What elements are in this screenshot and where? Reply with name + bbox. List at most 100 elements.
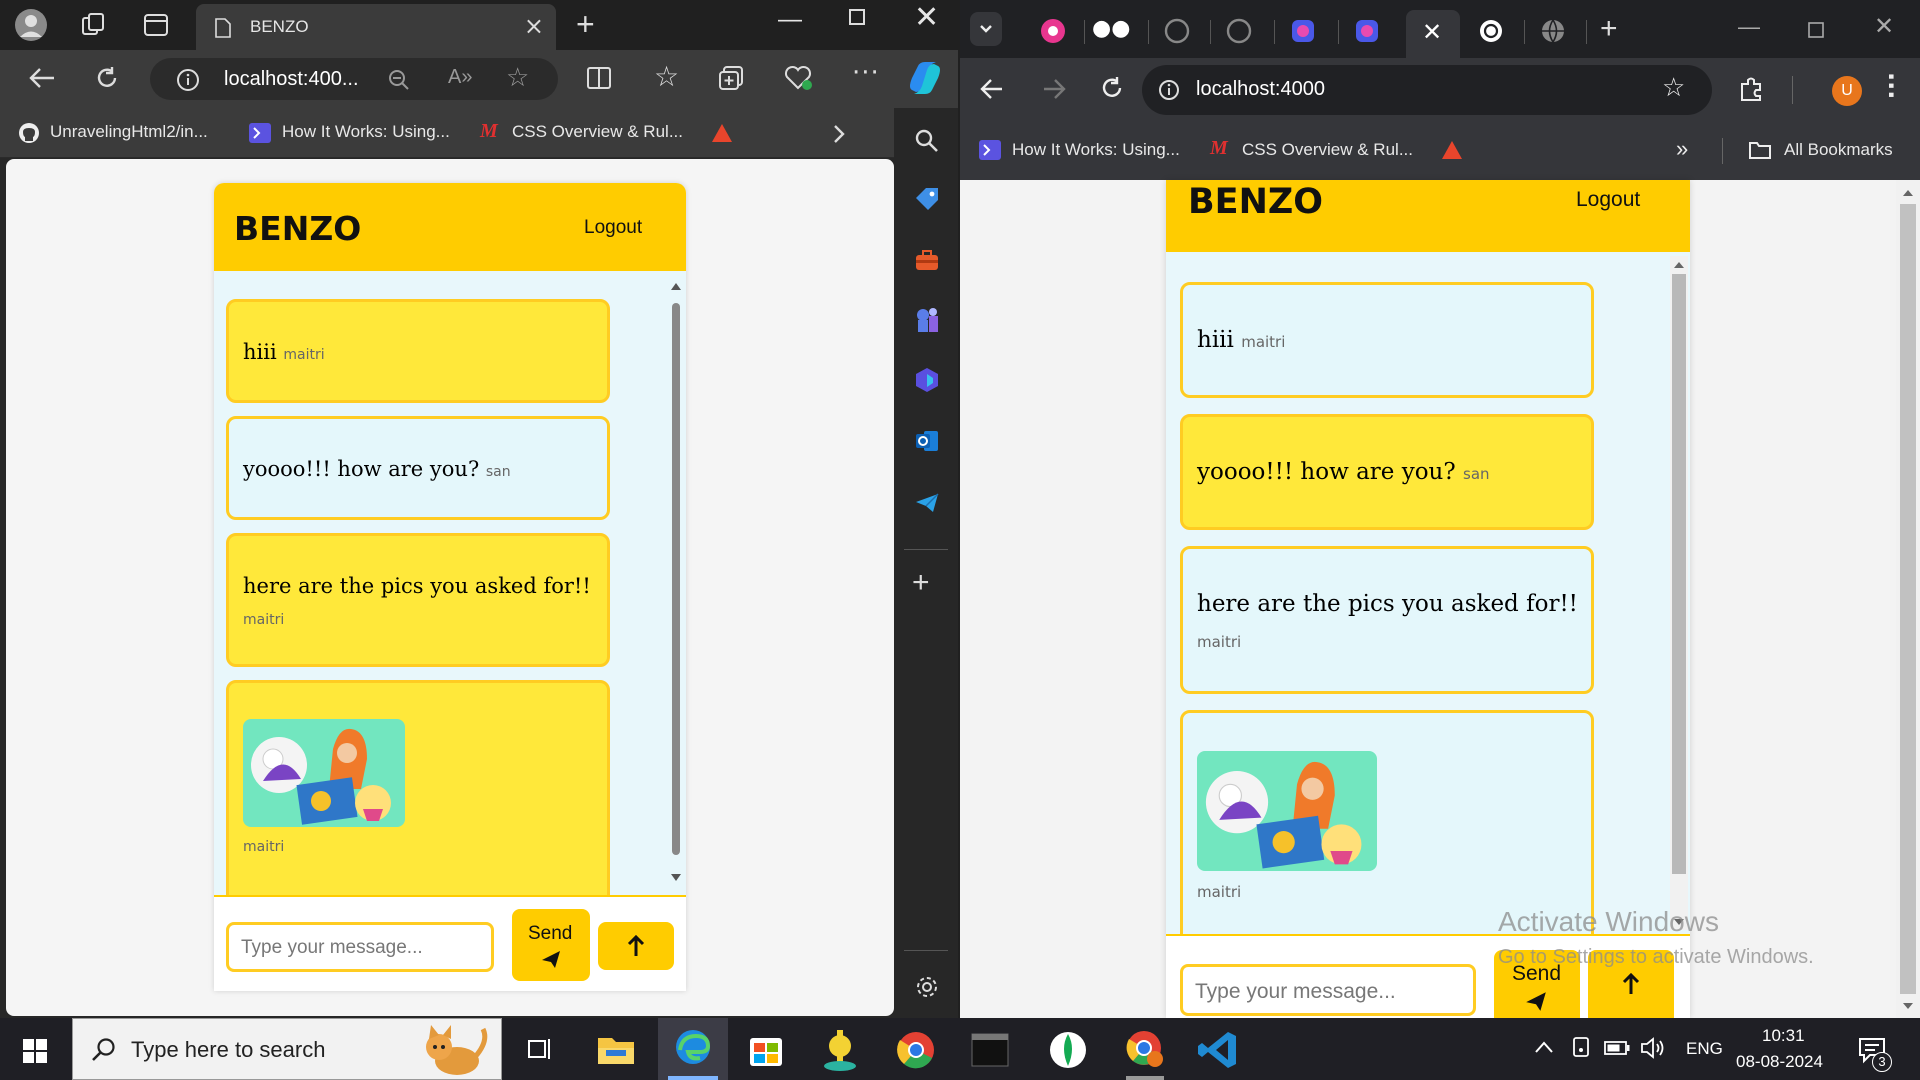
task-view-icon[interactable] [526, 1036, 554, 1062]
tab-favicon-icon[interactable] [1040, 18, 1066, 44]
microsoft-365-icon[interactable] [914, 366, 940, 394]
terminal-icon[interactable] [962, 1026, 1018, 1074]
back-icon[interactable] [980, 78, 1004, 100]
bookmark-star-icon[interactable]: ☆ [1662, 73, 1685, 103]
bookmark-item[interactable]: How It Works: Using... [1012, 140, 1180, 160]
all-bookmarks-link[interactable]: All Bookmarks [1784, 140, 1893, 160]
scrollbar-thumb[interactable] [1672, 274, 1686, 874]
messages-scrollbar[interactable] [1670, 256, 1688, 930]
close-tab-icon[interactable]: × [524, 14, 544, 38]
new-tab-icon[interactable]: + [576, 8, 595, 40]
bookmark-item[interactable]: How It Works: Using... [282, 122, 450, 142]
medium-favicon-icon[interactable]: ●● [1092, 16, 1130, 41]
new-tab-icon[interactable]: + [1600, 12, 1618, 46]
chevron-right-icon[interactable] [832, 124, 846, 144]
shared-image[interactable] [1197, 751, 1377, 871]
bookmark-item[interactable]: UnravelingHtml2/in... [50, 122, 208, 142]
split-screen-icon[interactable] [586, 66, 612, 90]
logout-button[interactable]: Logout [584, 217, 642, 239]
add-sidebar-app-icon[interactable]: + [912, 568, 930, 598]
copilot-tab-icon[interactable] [1354, 18, 1380, 44]
zoom-out-icon[interactable] [388, 69, 410, 91]
site-info-icon[interactable] [176, 68, 200, 92]
copilot-tab-icon[interactable] [1290, 18, 1316, 44]
device-icon[interactable] [1570, 1036, 1592, 1060]
taskbar-edge-active[interactable] [658, 1018, 728, 1080]
gear-icon[interactable] [914, 974, 940, 1000]
tab-actions-icon[interactable] [143, 12, 169, 38]
search-icon[interactable] [914, 128, 940, 154]
logout-button[interactable]: Logout [1576, 188, 1640, 212]
chrome-browser-icon[interactable] [888, 1026, 944, 1074]
chrome-menu-icon[interactable]: ··· [1877, 72, 1905, 99]
upload-button[interactable] [598, 922, 674, 970]
taskbar-chrome-profile[interactable] [1112, 1018, 1178, 1080]
outlook-icon[interactable] [914, 428, 940, 454]
tools-icon[interactable] [914, 248, 940, 272]
triangle-logo-icon[interactable] [710, 122, 734, 144]
globe-tab-icon[interactable] [1540, 18, 1566, 44]
messages-area[interactable]: hiii maitri yoooo!!! how are you? san he… [1166, 252, 1690, 934]
volume-icon[interactable] [1640, 1036, 1666, 1060]
profile-icon[interactable] [14, 8, 48, 42]
page-scrollbar[interactable] [1896, 180, 1920, 1018]
shopping-tag-icon[interactable] [914, 186, 940, 212]
windows-start-icon[interactable] [22, 1038, 48, 1064]
github-tab-icon[interactable] [1226, 18, 1252, 44]
game-app-icon[interactable] [812, 1026, 868, 1074]
taskbar-search-box[interactable]: Type here to search [72, 1018, 502, 1080]
extensions-icon[interactable] [1738, 76, 1764, 102]
forward-icon[interactable] [1042, 78, 1066, 100]
vscode-icon[interactable] [1192, 1026, 1248, 1074]
telegram-icon[interactable] [914, 492, 940, 514]
mongodb-icon[interactable] [1040, 1026, 1096, 1074]
profile-avatar[interactable]: U [1832, 76, 1862, 106]
file-explorer-icon[interactable] [588, 1026, 644, 1074]
maximize-icon[interactable] [1808, 22, 1824, 38]
close-window-icon[interactable]: ✕ [914, 0, 939, 35]
input-language[interactable]: ENG [1686, 1039, 1723, 1059]
send-button[interactable]: Send [512, 909, 590, 981]
favorite-star-icon[interactable]: ☆ [506, 63, 529, 93]
minimize-icon[interactable]: — [778, 6, 802, 34]
page-scrollbar-thumb[interactable] [1900, 204, 1916, 994]
refresh-icon[interactable] [94, 65, 120, 91]
minimize-icon[interactable]: — [1738, 14, 1760, 40]
back-icon[interactable] [28, 66, 56, 90]
clock-time[interactable]: 10:31 [1762, 1026, 1805, 1046]
openai-tab-icon[interactable] [1478, 18, 1504, 44]
more-bookmarks-icon[interactable]: » [1676, 136, 1688, 162]
close-tab-icon[interactable]: ✕ [1422, 18, 1442, 47]
more-menu-icon[interactable]: ··· [852, 58, 880, 88]
games-icon[interactable] [914, 306, 940, 334]
close-window-icon[interactable]: ✕ [1874, 12, 1894, 41]
bookmark-item[interactable]: CSS Overview & Rul... [512, 122, 683, 142]
edge-address-bar[interactable]: localhost:400... A» ☆ [150, 58, 558, 100]
chrome-active-tab[interactable]: ✕ [1406, 10, 1460, 58]
microsoft-store-icon[interactable] [738, 1026, 794, 1074]
message-input[interactable]: Type your message... [1180, 964, 1476, 1016]
chrome-address-bar[interactable]: localhost:4000 ☆ [1142, 65, 1712, 115]
clock-date[interactable]: 08-08-2024 [1736, 1052, 1823, 1072]
favorites-icon[interactable]: ☆ [654, 60, 679, 93]
battery-icon[interactable] [1604, 1040, 1630, 1056]
bookmark-item[interactable]: CSS Overview & Rul... [1242, 140, 1413, 160]
workspaces-icon[interactable] [80, 12, 106, 38]
messages-area[interactable]: hiii maitri yoooo!!! how are you? san he… [214, 271, 686, 895]
triangle-logo-icon[interactable] [1440, 139, 1464, 161]
github-tab-icon[interactable] [1164, 18, 1190, 44]
message-input[interactable]: Type your message... [226, 922, 494, 972]
browser-essentials-icon[interactable] [784, 65, 814, 91]
shared-image[interactable] [243, 719, 405, 827]
messages-scrollbar[interactable] [668, 279, 684, 889]
collections-icon[interactable] [718, 65, 746, 91]
copilot-icon[interactable] [906, 60, 944, 96]
edge-active-tab[interactable]: BENZO × [196, 4, 556, 50]
refresh-icon[interactable] [1100, 76, 1124, 100]
read-aloud-icon[interactable]: A» [448, 66, 472, 89]
site-info-icon[interactable] [1158, 79, 1180, 101]
show-hidden-icons-chevron[interactable] [1534, 1040, 1554, 1054]
scrollbar-thumb[interactable] [672, 303, 680, 855]
maximize-icon[interactable] [848, 8, 866, 26]
tab-search-button[interactable] [970, 12, 1002, 46]
